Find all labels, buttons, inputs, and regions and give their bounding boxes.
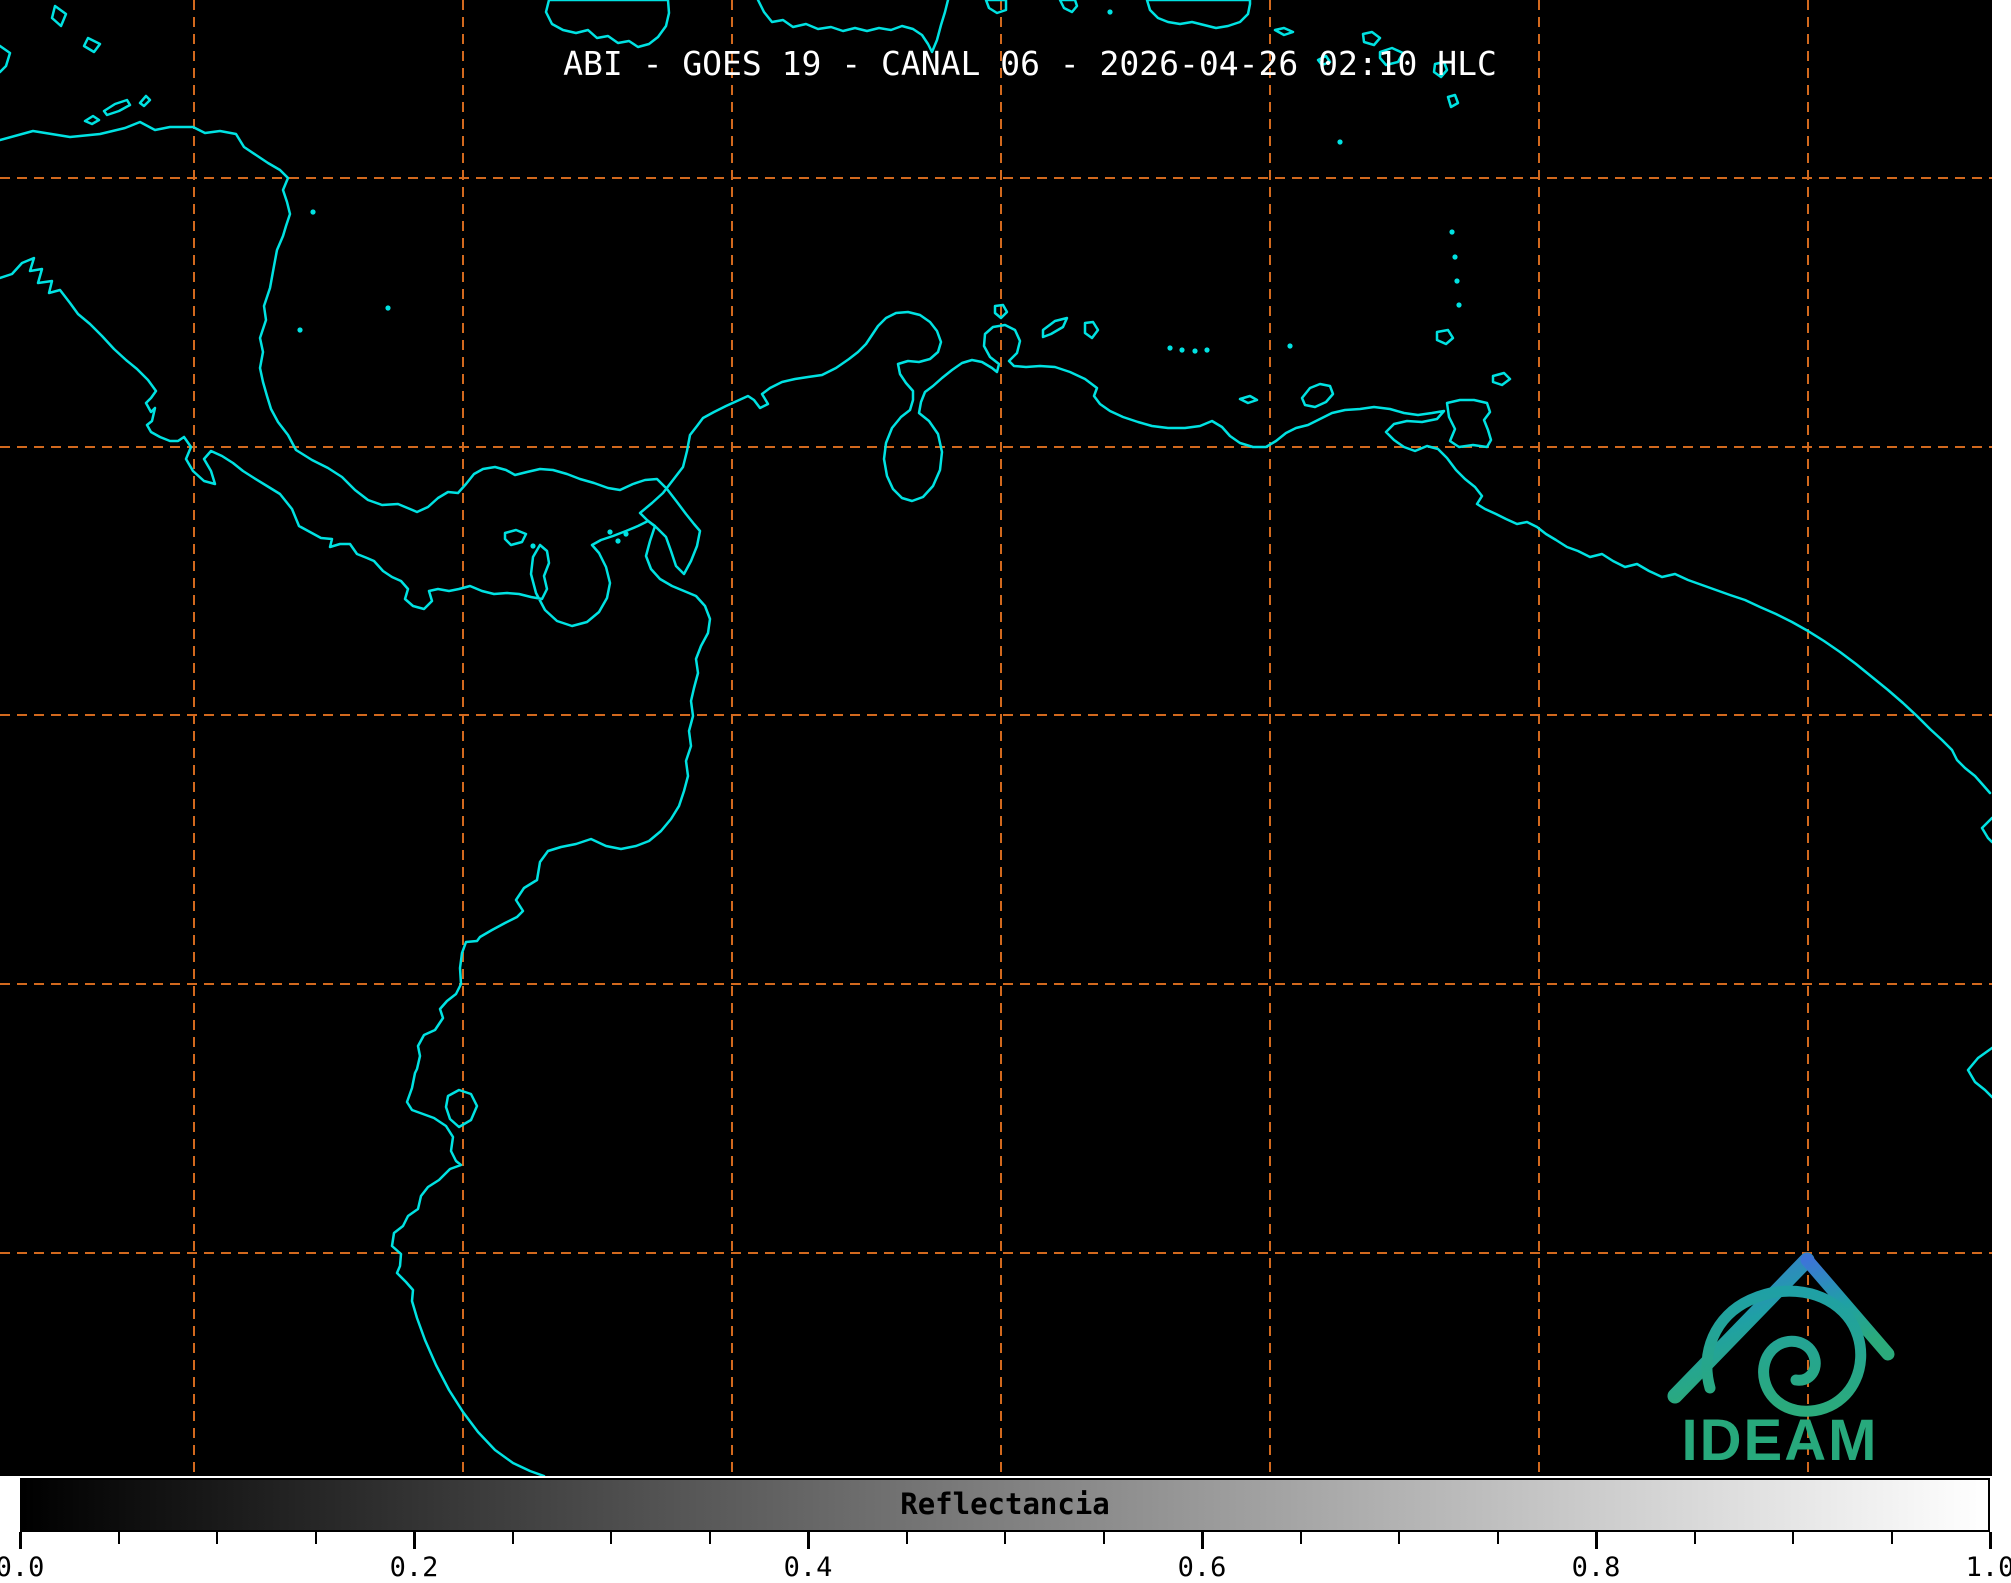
islet-dot	[1204, 347, 1210, 353]
colorbar-major-tick	[18, 1532, 22, 1549]
islet-dot	[1192, 348, 1198, 354]
islet-dot	[1456, 302, 1462, 308]
colorbar-title: Reflectancia	[900, 1487, 1110, 1521]
islet-dot	[310, 209, 316, 215]
colorbar-minor-tick	[1299, 1532, 1302, 1544]
colorbar-minor-tick	[1496, 1532, 1499, 1544]
islet-dot	[1454, 278, 1460, 284]
colorbar-major-tick	[806, 1532, 810, 1549]
colorbar-major-tick	[1988, 1532, 1992, 1549]
colorbar-minor-tick	[708, 1532, 711, 1544]
islet-dot	[530, 543, 536, 549]
islet-dot	[1449, 229, 1455, 235]
islet-dot	[1337, 139, 1343, 145]
colorbar-minor-tick	[511, 1532, 514, 1544]
colorbar-major-tick	[412, 1532, 416, 1549]
islet-dot	[615, 538, 621, 544]
colorbar-minor-tick	[1693, 1532, 1696, 1544]
colorbar-major-tick	[1200, 1532, 1204, 1549]
colorbar-tick-label: 0.4	[783, 1552, 833, 1583]
islet-dot	[385, 305, 391, 311]
colorbar-minor-tick	[216, 1532, 218, 1544]
islet-dot	[1179, 347, 1185, 353]
colorbar-minor-tick	[1890, 1532, 1893, 1544]
islet-dot	[623, 531, 629, 537]
colorbar-tick-label: 1.0	[1965, 1552, 2011, 1583]
ideam-mountain-icon	[1667, 1252, 1895, 1417]
colorbar-minor-tick	[1102, 1532, 1105, 1544]
ideam-logo-text: IDEAM	[1682, 1408, 1879, 1473]
islet-dot	[297, 327, 303, 333]
colorbar-tick-label: 0.8	[1571, 1552, 1621, 1583]
colorbar-minor-tick	[1398, 1532, 1400, 1544]
colorbar-tick-label: 0.2	[389, 1552, 439, 1583]
colorbar-major-tick	[1594, 1532, 1598, 1549]
islet-dot	[1167, 345, 1173, 351]
colorbar-minor-tick	[314, 1532, 317, 1544]
colorbar-minor-tick	[610, 1532, 612, 1544]
islet-dot	[607, 529, 613, 535]
colorbar-tick-label: 0.0	[0, 1552, 45, 1583]
colorbar: Reflectancia 0.0 0.2 0.4 0.6 0.8 1.0	[0, 1476, 2011, 1583]
figure-canvas: ABI - GOES 19 - CANAL 06 - 2026-04-26 02…	[0, 0, 2011, 1583]
islet-dot	[1107, 9, 1113, 15]
colorbar-minor-tick	[1004, 1532, 1006, 1544]
map-title: ABI - GOES 19 - CANAL 06 - 2026-04-26 02…	[563, 44, 1497, 83]
colorbar-minor-tick	[905, 1532, 908, 1544]
islet-dot	[1452, 254, 1458, 260]
islet-dot	[1287, 343, 1293, 349]
colorbar-minor-tick	[117, 1532, 120, 1544]
ideam-logo: IDEAM	[1667, 1252, 1895, 1473]
colorbar-tick-label: 0.6	[1177, 1552, 1227, 1583]
colorbar-minor-tick	[1792, 1532, 1794, 1544]
